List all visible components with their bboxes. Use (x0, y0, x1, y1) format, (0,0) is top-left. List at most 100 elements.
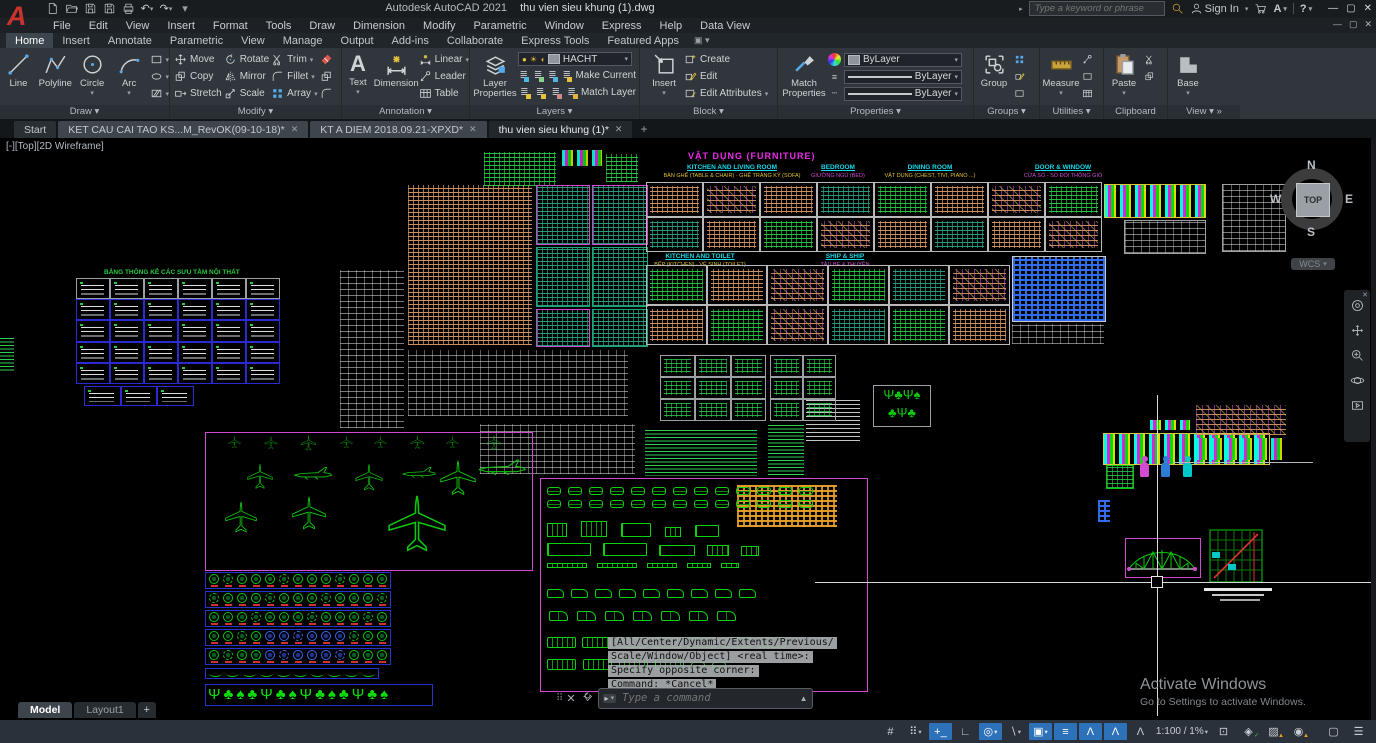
annotation-visibility-icon[interactable]: Λ (1079, 723, 1102, 740)
layout-tab-layout1[interactable]: Layout1 (74, 702, 135, 718)
measure-button[interactable]: Measure▾ (1040, 48, 1082, 99)
command-recent-icon[interactable]: ▸▾ (603, 694, 617, 703)
tool-copy[interactable]: Copy (174, 69, 222, 84)
ribbon-options-icon[interactable]: ▣ ▾ (688, 33, 716, 48)
layer-dropdown[interactable]: ● ☀ ◖ HACHT ▾ (518, 52, 632, 66)
tab-add-ins[interactable]: Add-ins (383, 33, 438, 48)
annotation-autoscale-icon[interactable]: Λ (1104, 723, 1127, 740)
layer-off-icon[interactable]: ≣ (518, 69, 529, 82)
doc-close-button[interactable]: ✕ (1364, 19, 1372, 30)
panel-label-utilities[interactable]: Utilities ▾ (1040, 105, 1103, 119)
tab-view[interactable]: View (232, 33, 274, 48)
dropdown-caret-icon[interactable]: ▾ (918, 728, 921, 736)
drawing-canvas[interactable]: [-][Top][2D Wireframe] VẬT DỤNG (FURNITU… (0, 138, 1376, 720)
panel-label-properties[interactable]: Properties ▾ (778, 105, 973, 119)
snap-mode-icon[interactable]: ⠿▾ (904, 723, 927, 740)
cut-button[interactable] (1144, 52, 1155, 67)
tab-insert[interactable]: Insert (53, 33, 99, 48)
tool-explode[interactable] (320, 69, 333, 84)
navbar-close-icon[interactable]: ✕ (1362, 291, 1368, 299)
dropdown-caret-icon[interactable]: ▾ (994, 728, 997, 736)
command-input[interactable] (620, 691, 796, 705)
tab-close-icon[interactable]: ✕ (469, 124, 477, 135)
file-tab[interactable]: thu vien sieu khung (1)*✕ (489, 121, 633, 138)
tool-erase[interactable] (320, 52, 333, 67)
panel-label-modify[interactable]: Modify ▾ (170, 105, 341, 119)
steering-wheel-icon[interactable] (1350, 298, 1365, 313)
polar-tracking-icon[interactable]: ◎▾ (979, 723, 1002, 740)
panel-label-view[interactable]: View ▾ » (1168, 105, 1240, 119)
viewcube-west[interactable]: W (1270, 192, 1281, 206)
match-layer-button[interactable]: ≣ ≣ ≣ ≣ Match Layer (518, 85, 636, 100)
paste-button[interactable]: Paste▾ (1104, 48, 1144, 99)
tool-line[interactable]: Line (0, 48, 37, 89)
panel-label-layers[interactable]: Layers ▾ (470, 105, 639, 119)
command-expand-icon[interactable]: ▲ (800, 694, 808, 703)
panel-label-block[interactable]: Block ▾ (640, 105, 777, 119)
tool-arc[interactable]: Arc▾ (111, 48, 148, 99)
tool-trim[interactable]: Trim▾ (271, 52, 317, 67)
clean-screen-icon[interactable]: ▢ (1322, 723, 1345, 740)
base-view-button[interactable]: Base▾ (1168, 48, 1208, 99)
tab-close-icon[interactable]: ✕ (291, 124, 299, 135)
showmotion-icon[interactable] (1350, 398, 1365, 413)
annotation-monitor-icon[interactable]: ◈✓ (1237, 723, 1260, 740)
tab-close-icon[interactable]: ✕ (615, 124, 623, 135)
file-tab[interactable]: KET CAU CAI TAO KS...M_RevOK(09-10-18)*✕ (58, 121, 308, 138)
linetype-dropdown[interactable]: ByLayer▾ (844, 87, 962, 101)
tool-scale[interactable]: Scale (224, 86, 269, 101)
help-icon[interactable]: ?▾ (1300, 3, 1312, 15)
orbit-icon[interactable] (1350, 373, 1365, 388)
menu-parametric[interactable]: Parametric (464, 20, 535, 32)
dropdown-caret-icon[interactable]: ▾ (1205, 728, 1208, 736)
sign-in-caret-icon[interactable]: ▾ (1245, 5, 1249, 13)
panel-label-annotation[interactable]: Annotation ▾ (342, 105, 469, 119)
canvas-scrollbar[interactable] (1371, 138, 1376, 720)
graphics-performance-icon[interactable]: ▨▲ (1262, 723, 1285, 740)
tool-leader[interactable]: Leader (419, 69, 469, 84)
new-tab-button[interactable]: + (640, 122, 647, 138)
ungroup-button[interactable] (1014, 52, 1025, 67)
viewport-controls[interactable]: [-][Top][2D Wireframe] (6, 141, 104, 152)
tool-rotate[interactable]: Rotate (224, 52, 269, 67)
tool-dimension[interactable]: Dimension (374, 48, 419, 89)
new-layout-button[interactable]: + (138, 702, 156, 718)
tab-express-tools[interactable]: Express Tools (512, 33, 598, 48)
layer-properties-button[interactable]: Layer Properties (472, 48, 518, 99)
sign-in-button[interactable]: Sign In (1190, 2, 1239, 15)
menu-format[interactable]: Format (204, 20, 257, 32)
autocad-logo-icon[interactable]: A (7, 0, 27, 33)
search-icon[interactable] (1171, 2, 1184, 15)
make-current-button[interactable]: ≣ ≣ ≣ ≣ Make Current (518, 68, 636, 83)
tab-manage[interactable]: Manage (274, 33, 332, 48)
search-expand-icon[interactable]: ▸ (1019, 5, 1023, 13)
tool-fillet[interactable]: Fillet▾ (271, 69, 317, 84)
tab-home[interactable]: Home (6, 33, 53, 48)
tool-stretch[interactable]: Stretch (174, 86, 222, 101)
block-edit-attributes-button[interactable]: Edit Attributes ▾ (684, 86, 768, 101)
menu-modify[interactable]: Modify (414, 20, 464, 32)
layer-lock-icon[interactable]: ≣ (547, 69, 558, 82)
color-dropdown[interactable]: ByLayer▾ (844, 53, 962, 67)
layer-isolate-icon[interactable]: ≣ (518, 86, 531, 99)
restore-button[interactable]: ▢ (1346, 3, 1355, 14)
tool-move[interactable]: Move (174, 52, 222, 67)
menu-insert[interactable]: Insert (158, 20, 204, 32)
group-edit-button[interactable] (1014, 69, 1025, 84)
dropdown-caret-icon[interactable]: ▾ (1018, 728, 1021, 736)
isolate-objects-icon[interactable]: ◉▲ (1287, 723, 1310, 740)
tool-ellipse[interactable]: ▾ (150, 69, 170, 84)
layer-freeze-icon[interactable]: ≣ (532, 69, 543, 82)
command-grip-icon[interactable]: ⠿ (556, 693, 561, 704)
wcs-dropdown[interactable]: WCS▾ (1291, 258, 1335, 270)
block-edit-button[interactable]: Edit (684, 69, 768, 84)
autodesk-a-icon[interactable]: A▾ (1273, 3, 1286, 15)
dropdown-caret-icon[interactable]: ▾ (1044, 728, 1047, 736)
workspace-switching-icon[interactable]: ⊡ (1212, 723, 1235, 740)
ortho-mode-icon[interactable]: ∟ (954, 723, 977, 740)
panel-label-draw[interactable]: Draw ▾ (0, 105, 169, 119)
customize-icon[interactable]: ☰ (1347, 723, 1370, 740)
tool-array[interactable]: Array▾ (271, 86, 317, 101)
panel-label-groups[interactable]: Groups ▾ (974, 105, 1039, 119)
menu-express[interactable]: Express (593, 20, 651, 32)
